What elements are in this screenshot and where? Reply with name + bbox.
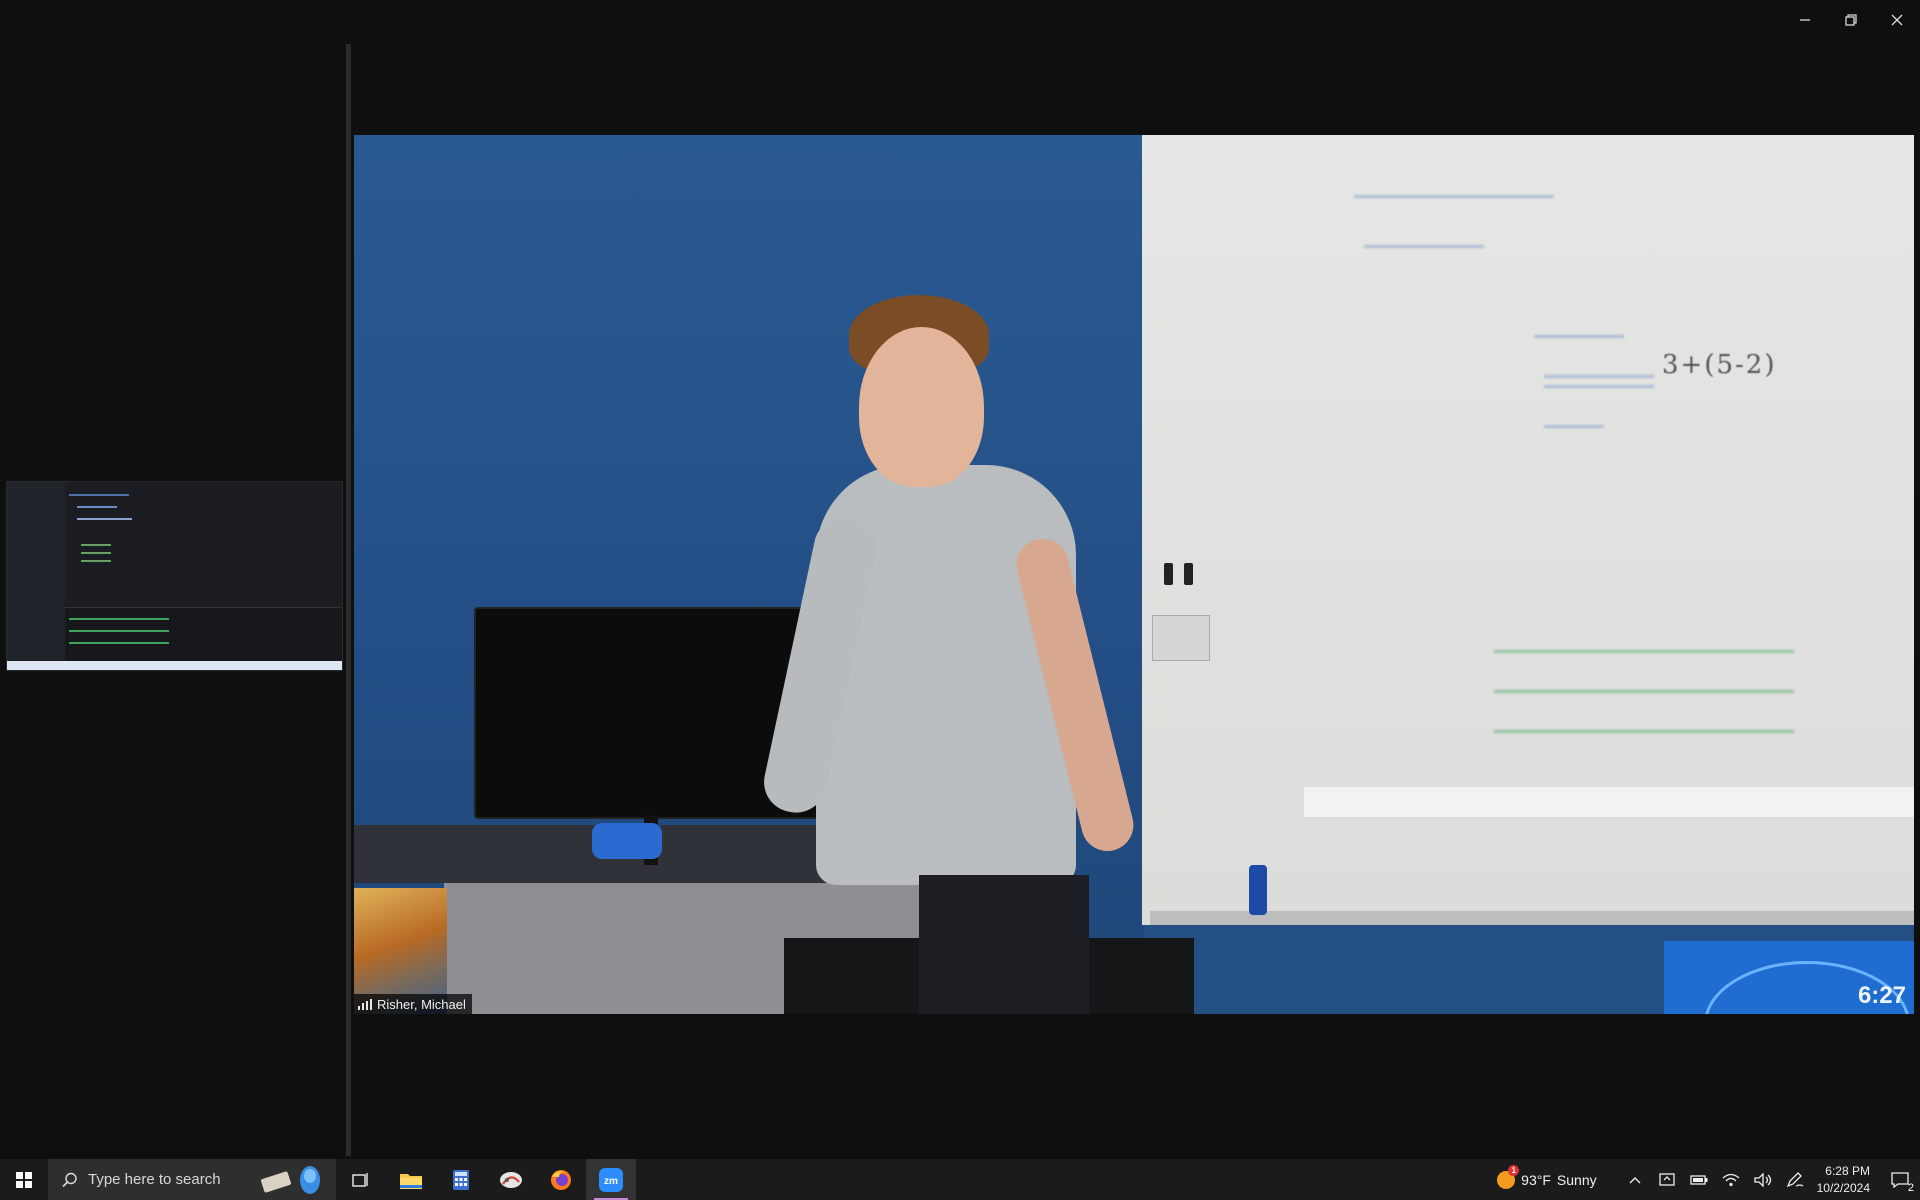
marker bbox=[1184, 563, 1193, 585]
water-bottle bbox=[1249, 865, 1267, 915]
task-view-button[interactable] bbox=[336, 1159, 386, 1200]
window-controls bbox=[1782, 0, 1920, 40]
thumbnail-code-line bbox=[81, 544, 111, 546]
thumbnail-taskbar bbox=[7, 661, 342, 670]
search-icon bbox=[62, 1172, 77, 1187]
room-display: 6:27 bbox=[1664, 941, 1914, 1014]
minimize-button[interactable] bbox=[1782, 0, 1828, 40]
thumbnail-sidebar bbox=[7, 482, 65, 660]
firefox-icon bbox=[551, 1169, 571, 1190]
thumbnail-terminal bbox=[65, 607, 342, 661]
signal-strength-icon bbox=[358, 998, 372, 1010]
pen-menu-button[interactable] bbox=[1779, 1159, 1811, 1200]
participant-name-tag: Risher, Michael bbox=[354, 994, 472, 1014]
weather-alert-badge: 1 bbox=[1508, 1164, 1520, 1176]
projected-line bbox=[1544, 375, 1654, 378]
projected-line bbox=[1364, 245, 1484, 248]
search-highlight-icon bbox=[261, 1166, 320, 1194]
system-tray: 1 93°F Sunny 6:28 PM 10/2/2024 2 bbox=[1497, 1159, 1920, 1200]
projected-line bbox=[1544, 425, 1604, 428]
folder-icon bbox=[400, 1173, 422, 1189]
thumbnail-code-line bbox=[77, 518, 132, 520]
windows-icon bbox=[16, 1171, 32, 1188]
snipping-tool-icon bbox=[500, 1171, 522, 1188]
weather-widget[interactable]: 1 93°F Sunny bbox=[1497, 1164, 1597, 1189]
marker bbox=[1164, 563, 1173, 585]
speaker-icon bbox=[1753, 1172, 1771, 1187]
participant-name: Risher, Michael bbox=[377, 996, 466, 1012]
restore-icon bbox=[1845, 14, 1857, 26]
projected-taskbar bbox=[1304, 787, 1914, 817]
zoom-icon: zm bbox=[599, 1167, 623, 1192]
screen-share-thumbnail[interactable] bbox=[6, 481, 343, 671]
notification-center-button[interactable]: 2 bbox=[1880, 1159, 1920, 1200]
panel-divider[interactable] bbox=[346, 44, 351, 1156]
thumbnail-code-line bbox=[77, 506, 117, 508]
file-explorer-button[interactable] bbox=[386, 1159, 436, 1200]
blue-bag bbox=[592, 823, 662, 859]
thumbnail-terminal-line bbox=[69, 630, 169, 632]
room-clock: 6:27 bbox=[1857, 982, 1906, 1009]
system-clock[interactable]: 6:28 PM 10/2/2024 bbox=[1817, 1163, 1870, 1197]
projected-line bbox=[1354, 195, 1554, 198]
search-placeholder: Type here to search bbox=[88, 1171, 221, 1188]
presenter-legs bbox=[919, 875, 1089, 1014]
projected-output-line bbox=[1494, 690, 1794, 693]
thumbnail-code-line bbox=[69, 494, 129, 496]
taskbar-search[interactable]: Type here to search bbox=[48, 1159, 336, 1200]
presenter-head bbox=[859, 327, 984, 487]
sun-icon: 1 bbox=[1497, 1164, 1520, 1189]
start-button[interactable] bbox=[0, 1159, 48, 1200]
thumbnail-code-line bbox=[81, 560, 111, 562]
marker-tray bbox=[1152, 615, 1210, 661]
calculator-button[interactable] bbox=[436, 1159, 486, 1200]
calculator-icon bbox=[453, 1169, 469, 1190]
volume-button[interactable] bbox=[1747, 1159, 1779, 1200]
thumbnail-code-line bbox=[81, 552, 111, 554]
projected-screen bbox=[1304, 160, 1914, 840]
screen-share-icon bbox=[1658, 1172, 1675, 1186]
thumbnail-terminal-line bbox=[69, 642, 169, 644]
pen-icon bbox=[1786, 1171, 1803, 1187]
snipping-tool-button[interactable] bbox=[486, 1159, 536, 1200]
battery-icon bbox=[1689, 1174, 1708, 1185]
firefox-button[interactable] bbox=[536, 1159, 586, 1200]
clock-time: 6:28 PM bbox=[1825, 1163, 1870, 1178]
weather-temp: 93°F bbox=[1521, 1171, 1551, 1188]
wifi-icon bbox=[1722, 1173, 1740, 1186]
restore-button[interactable] bbox=[1828, 0, 1874, 40]
notification-icon bbox=[1891, 1171, 1909, 1188]
svg-text:zm: zm bbox=[604, 1176, 618, 1187]
show-hidden-icons-button[interactable] bbox=[1619, 1159, 1651, 1200]
minimize-icon bbox=[1800, 19, 1810, 21]
network-button[interactable] bbox=[1715, 1159, 1747, 1200]
zoom-button[interactable]: zm bbox=[586, 1159, 636, 1200]
projected-line bbox=[1544, 385, 1654, 388]
clock-date: 10/2/2024 bbox=[1816, 1180, 1870, 1195]
chevron-up-icon bbox=[1629, 1176, 1641, 1183]
notification-count: 2 bbox=[1907, 1182, 1914, 1194]
taskbar: Type here to search zm 1 93°F Sunny 6:28… bbox=[0, 1159, 1920, 1200]
close-icon bbox=[1891, 14, 1903, 26]
main-video[interactable]: 3+(5-2) 6:27 bbox=[354, 135, 1914, 1014]
meet-now-button[interactable] bbox=[1651, 1159, 1683, 1200]
projected-output-line bbox=[1494, 730, 1794, 733]
close-button[interactable] bbox=[1874, 0, 1920, 40]
battery-button[interactable] bbox=[1683, 1159, 1715, 1200]
weather-condition: Sunny bbox=[1556, 1171, 1597, 1188]
projected-line bbox=[1534, 335, 1624, 338]
task-view-icon bbox=[352, 1172, 368, 1187]
projected-output-line bbox=[1494, 650, 1794, 653]
thumbnail-terminal-line bbox=[69, 618, 169, 620]
whiteboard-writing: 3+(5-2) bbox=[1662, 350, 1777, 380]
